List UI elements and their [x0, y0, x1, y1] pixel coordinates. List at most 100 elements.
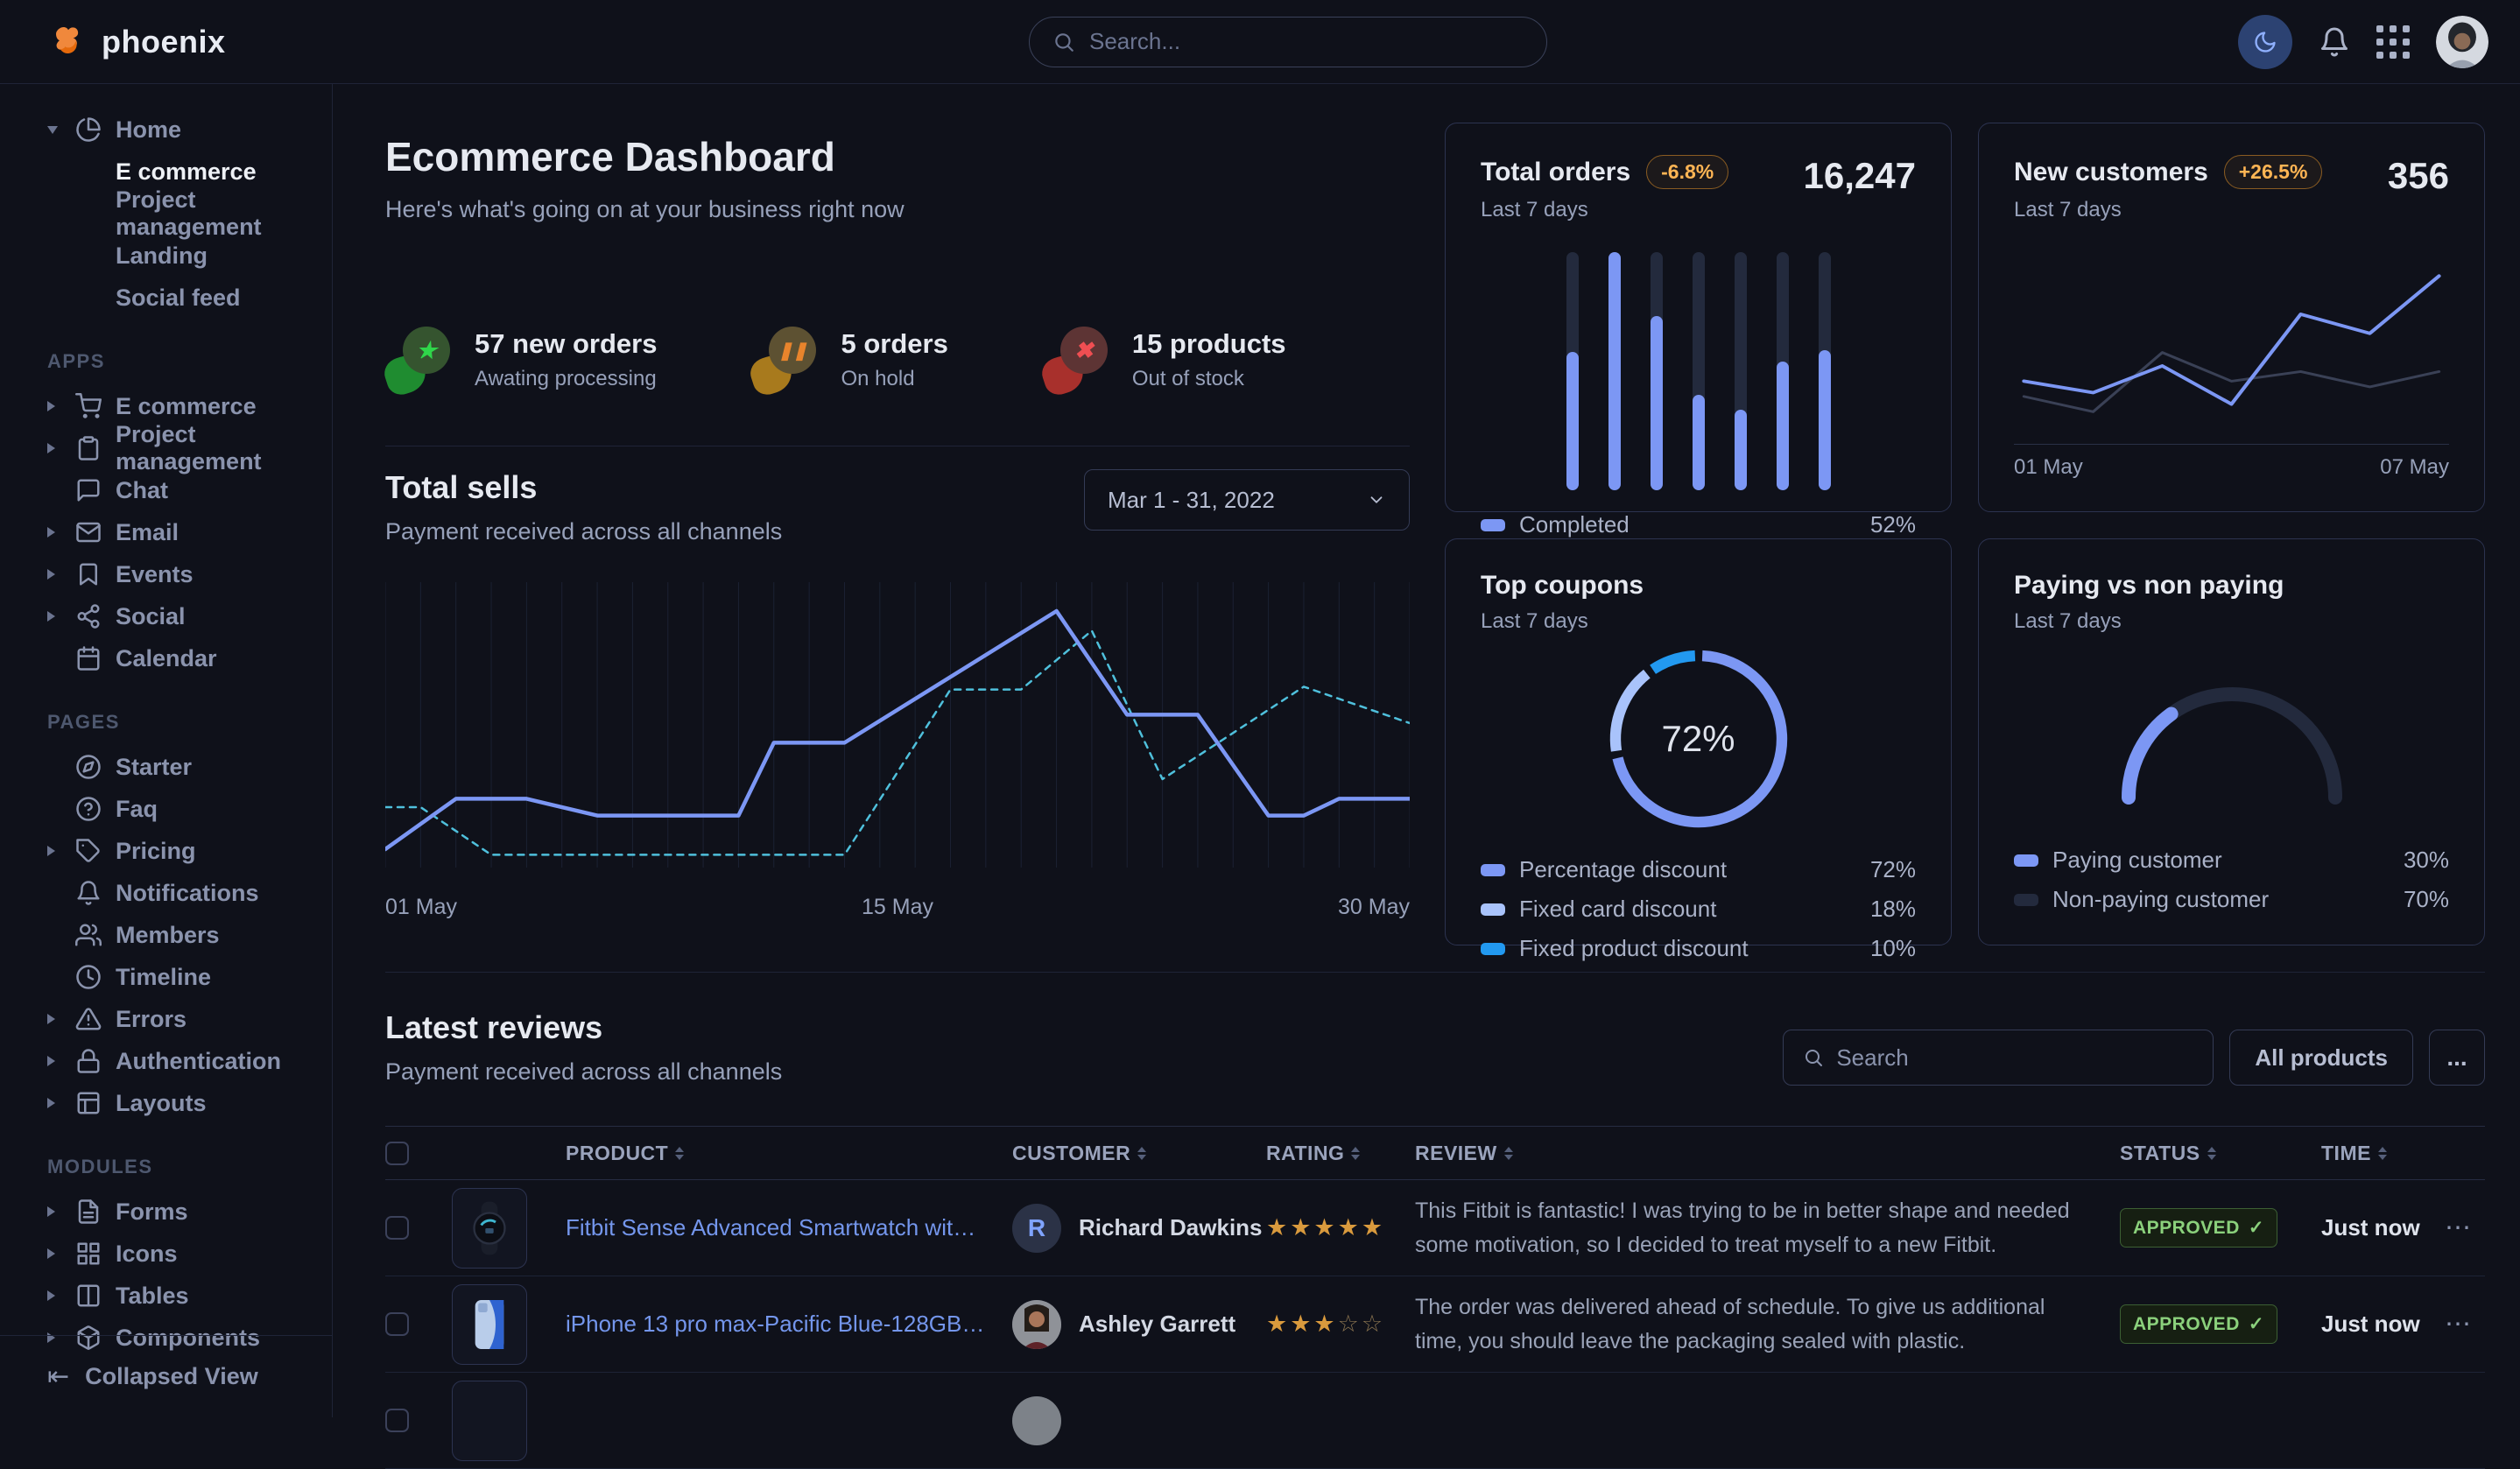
sidebar-item-notifications[interactable]: Notifications: [0, 872, 332, 914]
sort-icon: [675, 1147, 684, 1160]
total-orders-bar-chart: [1481, 252, 1916, 490]
sidebar-item-calendar[interactable]: Calendar: [0, 637, 332, 679]
table-row: Fitbit Sense Advanced Smartwatch with To…: [385, 1180, 2485, 1276]
reviews-title: Latest reviews: [385, 1009, 782, 1046]
chat-icon: [75, 477, 102, 503]
table-icon: [75, 1283, 102, 1309]
search-input[interactable]: [1089, 28, 1524, 55]
help-circle-icon: [75, 796, 102, 822]
row-checkbox[interactable]: [385, 1312, 409, 1336]
pause-icon: ❚❚: [751, 327, 818, 393]
sort-icon: [1504, 1147, 1513, 1160]
sidebar-item-project-management-dashboard[interactable]: Project management: [0, 193, 332, 235]
sidebar-item-project-management[interactable]: Project management: [0, 427, 332, 469]
page-title: Ecommerce Dashboard: [385, 133, 1410, 180]
user-avatar[interactable]: [2436, 16, 2488, 68]
trend-badge: -6.8%: [1646, 155, 1728, 189]
mail-icon: [75, 519, 102, 545]
total-sells-subtitle: Payment received across all channels: [385, 518, 782, 545]
sidebar-item-events[interactable]: Events: [0, 553, 332, 595]
notifications-button[interactable]: [2319, 26, 2350, 58]
collapsed-view-toggle[interactable]: ⇤ Collapsed View: [0, 1335, 332, 1417]
sidebar-item-timeline[interactable]: Timeline: [0, 956, 332, 998]
product-thumbnail-iphone: [452, 1284, 527, 1365]
legend-item: Non-paying customer 70%: [2014, 886, 2449, 913]
sidebar-item-tables[interactable]: Tables: [0, 1275, 332, 1317]
reviews-search-input[interactable]: [1836, 1044, 2193, 1072]
row-menu-button[interactable]: ⋯: [2431, 1212, 2485, 1243]
row-checkbox[interactable]: [385, 1409, 409, 1432]
reviews-table: PRODUCT CUSTOMER RATING REVIEW STATUS TI…: [385, 1126, 2485, 1469]
product-link[interactable]: Fitbit Sense Advanced Smartwatch with To…: [566, 1214, 1012, 1241]
top-coupons-card: Top coupons Last 7 days 72% Percentage d…: [1445, 538, 1952, 945]
column-header-time[interactable]: TIME: [2321, 1142, 2431, 1165]
sidebar-item-authentication[interactable]: Authentication: [0, 1040, 332, 1082]
legend-item: Completed 52%: [1481, 511, 1916, 538]
chevron-right-icon: [47, 443, 55, 453]
time-cell: Just now: [2321, 1311, 2431, 1338]
search-icon: [1052, 31, 1075, 53]
sidebar-item-email[interactable]: Email: [0, 511, 332, 553]
sidebar-item-landing[interactable]: Landing: [0, 235, 332, 277]
column-header-review[interactable]: REVIEW: [1415, 1142, 2120, 1165]
product-link[interactable]: iPhone 13 pro max-Pacific Blue-128GB sto…: [566, 1311, 1012, 1338]
lock-icon: [75, 1048, 102, 1074]
grid-apps-icon: [2376, 25, 2410, 59]
column-header-rating[interactable]: RATING: [1266, 1142, 1415, 1165]
sidebar-item-forms[interactable]: Forms: [0, 1191, 332, 1233]
x-axis-label: 15 May: [862, 895, 933, 920]
trend-badge: +26.5%: [2224, 155, 2323, 189]
chevron-right-icon: [47, 1248, 55, 1259]
row-menu-button[interactable]: ⋯: [2431, 1309, 2485, 1339]
collapse-arrow-icon: ⇤: [47, 1361, 69, 1392]
tag-icon: [75, 838, 102, 864]
search-icon: [1803, 1047, 1824, 1068]
reviews-subtitle: Payment received across all channels: [385, 1058, 782, 1086]
reviews-search[interactable]: [1783, 1030, 2214, 1086]
chevron-right-icon: [47, 401, 55, 411]
global-search[interactable]: [1029, 17, 1547, 67]
legend-item: Fixed product discount 10%: [1481, 935, 1916, 962]
sidebar-item-faq[interactable]: Faq: [0, 788, 332, 830]
table-row: [385, 1373, 2485, 1469]
legend-swatch: [1481, 519, 1505, 531]
chevron-right-icon: [47, 569, 55, 580]
sidebar-item-members[interactable]: Members: [0, 914, 332, 956]
column-header-product[interactable]: PRODUCT: [566, 1142, 1012, 1165]
sidebar-item-icons[interactable]: Icons: [0, 1233, 332, 1275]
phoenix-flame-icon: [49, 23, 88, 61]
chevron-right-icon: [47, 846, 55, 856]
column-header-status[interactable]: STATUS: [2120, 1142, 2321, 1165]
bell-icon: [75, 880, 102, 906]
x-axis-label: 01 May: [2014, 455, 2083, 480]
chevron-down-icon: [1367, 490, 1386, 510]
sidebar-item-chat[interactable]: Chat: [0, 469, 332, 511]
sidebar-item-errors[interactable]: Errors: [0, 998, 332, 1040]
apps-menu-button[interactable]: [2376, 25, 2410, 59]
brand-logo[interactable]: phoenix: [49, 23, 338, 61]
sidebar-item-pricing[interactable]: Pricing: [0, 830, 332, 872]
select-all-checkbox[interactable]: [385, 1142, 409, 1165]
x-axis-label: 30 May: [1338, 895, 1410, 920]
sidebar-item-layouts[interactable]: Layouts: [0, 1082, 332, 1124]
sidebar-item-social[interactable]: Social: [0, 595, 332, 637]
all-products-button[interactable]: All products: [2229, 1030, 2413, 1086]
sidebar-item-home[interactable]: Home: [0, 109, 332, 151]
customer-avatar: [1012, 1396, 1061, 1445]
sidebar-item-starter[interactable]: Starter: [0, 746, 332, 788]
sidebar-section-pages: PAGES: [47, 711, 332, 734]
theme-toggle-button[interactable]: [2238, 15, 2292, 69]
more-options-button[interactable]: ...: [2429, 1030, 2485, 1086]
chevron-down-icon: [47, 126, 58, 134]
sidebar: Home E commerce Project management Landi…: [0, 84, 333, 1417]
date-range-select[interactable]: Mar 1 - 31, 2022: [1084, 469, 1410, 531]
product-thumbnail: [452, 1381, 527, 1461]
column-header-customer[interactable]: CUSTOMER: [1012, 1142, 1266, 1165]
x-axis-label: 07 May: [2380, 455, 2449, 480]
row-checkbox[interactable]: [385, 1216, 409, 1240]
sidebar-item-social-feed[interactable]: Social feed: [0, 277, 332, 319]
review-text: This Fitbit is fantastic! I was trying t…: [1415, 1194, 2120, 1262]
sort-icon: [2207, 1147, 2216, 1160]
total-orders-card: Total orders -6.8% Last 7 days 16,247 Co…: [1445, 123, 1952, 512]
x-axis-label: 01 May: [385, 895, 457, 920]
